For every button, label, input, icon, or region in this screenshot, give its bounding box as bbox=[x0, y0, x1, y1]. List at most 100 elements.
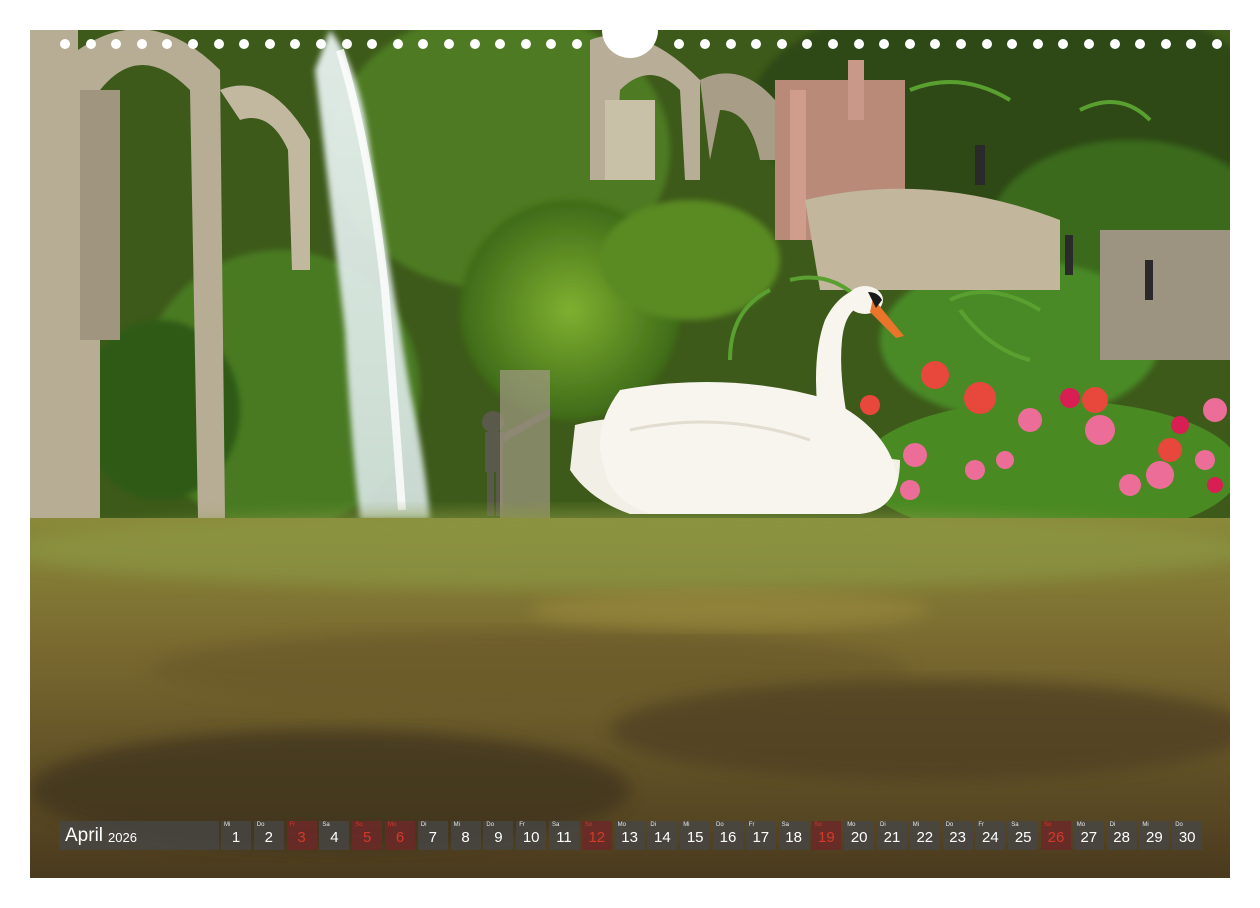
day-number: 16 bbox=[719, 829, 737, 846]
day-number: 10 bbox=[522, 829, 540, 846]
day-of-week: Sa bbox=[781, 822, 789, 828]
day-number: 5 bbox=[363, 829, 372, 846]
day-number: 20 bbox=[850, 829, 868, 846]
day-of-week: Di bbox=[880, 822, 886, 828]
day-number: 30 bbox=[1178, 829, 1196, 846]
day-cell: Sa 11 bbox=[549, 821, 579, 850]
month-year: 2026 bbox=[108, 830, 137, 845]
binding-hole bbox=[904, 39, 915, 49]
day-number: 21 bbox=[883, 829, 901, 846]
day-of-week: Fr bbox=[289, 822, 296, 828]
binding-hole bbox=[828, 39, 838, 49]
day-number: 9 bbox=[494, 829, 503, 846]
day-cell: So 5 bbox=[352, 821, 383, 850]
day-of-week: So bbox=[584, 822, 593, 828]
day-of-week: So bbox=[814, 822, 822, 828]
binding-hole bbox=[239, 39, 250, 49]
day-of-week: Fr bbox=[748, 822, 755, 828]
binding-hole bbox=[930, 39, 941, 49]
day-cell: Do 23 bbox=[942, 821, 973, 850]
day-number: 11 bbox=[556, 829, 572, 846]
binding-hole bbox=[1160, 39, 1171, 49]
day-of-week: Mi bbox=[224, 822, 231, 828]
day-cell: Di 28 bbox=[1106, 821, 1137, 850]
binding-hole bbox=[956, 39, 966, 49]
binding-hole bbox=[469, 39, 480, 49]
calendar-strip: April 2026 Mi 1 Do 2 Fr 3 Sa 4 So 5 Mo 6 Di 7 Mi 8 Do 9 Fr… bbox=[59, 821, 1204, 850]
day-number: 24 bbox=[982, 829, 999, 846]
day-cell: Mi 1 bbox=[221, 821, 251, 850]
photo-illustration bbox=[30, 30, 1230, 878]
day-of-week: Mi bbox=[912, 822, 920, 828]
day-cell: Do 16 bbox=[713, 821, 743, 850]
binding-hole bbox=[444, 39, 454, 49]
calendar-page: April 2026 Mi 1 Do 2 Fr 3 Sa 4 So 5 Mo 6 Di 7 Mi 8 Do 9 Fr… bbox=[0, 0, 1260, 908]
binding-hole bbox=[162, 39, 173, 49]
day-cell: Mo 13 bbox=[614, 821, 645, 850]
day-number: 3 bbox=[297, 829, 306, 846]
day-number: 14 bbox=[654, 829, 671, 846]
day-of-week: Mo bbox=[1076, 822, 1086, 828]
day-of-week: Sa bbox=[552, 822, 560, 828]
day-of-week: Mo bbox=[847, 822, 856, 828]
day-cell: Di 7 bbox=[417, 821, 448, 850]
binding-hole bbox=[136, 39, 147, 49]
day-cell: Do 2 bbox=[253, 821, 284, 850]
binding-hole bbox=[1186, 39, 1197, 49]
day-number: 23 bbox=[949, 829, 966, 846]
day-number: 8 bbox=[461, 829, 470, 846]
day-of-week: So bbox=[1044, 822, 1052, 828]
day-cell: Sa 25 bbox=[1008, 821, 1039, 850]
binding-hole bbox=[776, 39, 787, 49]
day-number: 28 bbox=[1113, 829, 1130, 846]
day-cell: Mo 27 bbox=[1073, 821, 1104, 850]
binding-hole bbox=[1007, 39, 1018, 49]
binding-hole bbox=[1109, 39, 1120, 49]
day-of-week: Mi bbox=[453, 822, 460, 828]
day-cell: Mo 6 bbox=[385, 821, 415, 850]
day-cell: Fr 10 bbox=[516, 821, 547, 850]
day-number: 18 bbox=[785, 829, 802, 846]
binding-hole bbox=[546, 39, 557, 49]
binding-hole bbox=[264, 39, 275, 49]
day-cell: Fr 17 bbox=[745, 821, 776, 850]
binding-hole bbox=[725, 39, 736, 49]
day-cell: Mi 29 bbox=[1139, 821, 1170, 850]
day-of-week: Mo bbox=[388, 822, 397, 828]
day-number: 4 bbox=[330, 829, 339, 846]
day-of-week: Do bbox=[1175, 822, 1183, 828]
binding-hole bbox=[316, 39, 326, 49]
day-of-week: Di bbox=[650, 822, 657, 828]
binding-hole bbox=[495, 39, 506, 49]
day-cell: Sa 18 bbox=[778, 821, 809, 850]
day-number: 26 bbox=[1047, 829, 1065, 846]
day-number: 25 bbox=[1014, 829, 1032, 846]
month-name: April bbox=[65, 824, 104, 846]
binding-hole bbox=[60, 39, 70, 49]
day-cell: So 26 bbox=[1041, 821, 1071, 850]
day-of-week: Do bbox=[716, 822, 724, 828]
day-of-week: Mo bbox=[617, 822, 626, 828]
day-cell: Di 21 bbox=[877, 821, 907, 850]
day-number: 6 bbox=[395, 829, 405, 846]
binding-hole bbox=[1084, 39, 1094, 49]
day-number: 12 bbox=[588, 829, 606, 846]
binding-hole bbox=[981, 39, 992, 49]
day-number: 1 bbox=[231, 829, 241, 846]
binding-hole bbox=[1135, 39, 1146, 49]
binding-hole bbox=[341, 39, 352, 49]
binding-hole bbox=[879, 39, 890, 49]
day-number: 13 bbox=[621, 829, 638, 846]
day-cell: Do 30 bbox=[1172, 821, 1203, 850]
day-of-week: Mi bbox=[683, 822, 690, 828]
binding-hole bbox=[367, 39, 378, 49]
month-label-box: April 2026 bbox=[59, 821, 219, 850]
day-cell: Mi 22 bbox=[909, 821, 940, 850]
day-number: 17 bbox=[752, 829, 770, 846]
binding-hole bbox=[853, 39, 864, 49]
day-number: 15 bbox=[686, 829, 704, 846]
day-of-week: Fr bbox=[978, 822, 985, 828]
day-of-week: Do bbox=[945, 822, 954, 828]
day-cell: Di 14 bbox=[647, 821, 678, 850]
day-of-week: Sa bbox=[322, 822, 330, 828]
